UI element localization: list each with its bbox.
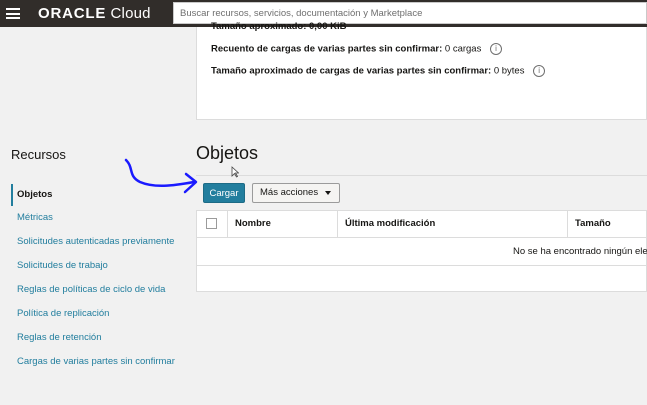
- info-icon[interactable]: i: [533, 65, 546, 77]
- logo-brand: ORACLE: [38, 5, 107, 22]
- table-row: No se ha encontrado ningún elemento.: [197, 238, 647, 266]
- sidebar-item-retention[interactable]: Reglas de retención: [11, 331, 181, 344]
- oracle-cloud-logo[interactable]: ORACLE Cloud: [38, 5, 151, 22]
- logo-product: Cloud: [110, 5, 151, 22]
- uncommitted-size-label: Tamaño aproximado de cargas de varias pa…: [211, 65, 492, 77]
- uncommitted-size-value: 0 bytes: [493, 65, 525, 77]
- upload-button[interactable]: Cargar: [203, 183, 245, 203]
- search-placeholder: Buscar recursos, servicios, documentació…: [180, 8, 423, 19]
- chevron-down-icon: [325, 191, 331, 195]
- select-all-cell: [197, 211, 227, 237]
- select-all-checkbox[interactable]: [206, 218, 217, 229]
- empty-message: No se ha encontrado ningún elemento.: [513, 246, 647, 257]
- column-header-ultima-modificacion[interactable]: Última modificación: [337, 211, 563, 237]
- hand-drawn-arrow-annotation: [124, 158, 198, 194]
- hamburger-menu-icon[interactable]: [6, 8, 20, 19]
- uncommitted-count-label: Recuento de cargas de varias partes sin …: [211, 43, 443, 55]
- column-header-nombre[interactable]: Nombre: [227, 211, 337, 237]
- sidebar-item-replication[interactable]: Política de replicación: [11, 307, 181, 320]
- more-actions-button[interactable]: Más acciones: [252, 183, 340, 203]
- info-line-uncommitted-count: Recuento de cargas de varias partes sin …: [211, 43, 502, 55]
- page-title: Objetos: [196, 143, 259, 163]
- table-header: Nombre Última modificación Tamaño: [197, 211, 647, 238]
- sidebar-item-work-requests[interactable]: Solicitudes de trabajo: [11, 259, 181, 272]
- resources-nav: Objetos Métricas Solicitudes autenticada…: [11, 182, 181, 368]
- info-line-approx-size: Tamaño aproximado: 0,00 KiB: [211, 21, 347, 32]
- sidebar-item-metricas[interactable]: Métricas: [11, 211, 181, 224]
- objects-table: Nombre Última modificación Tamaño No se …: [196, 210, 647, 292]
- column-header-tamano[interactable]: Tamaño: [567, 211, 647, 237]
- divider: [196, 175, 647, 176]
- sidebar-item-multipart-uploads[interactable]: Cargas de varias partes sin confirmar: [11, 355, 181, 368]
- info-line-uncommitted-size: Tamaño aproximado de cargas de varias pa…: [211, 65, 546, 77]
- uncommitted-count-value: 0 cargas: [444, 43, 482, 55]
- mouse-cursor-icon: [231, 166, 239, 178]
- resources-title: Recursos: [11, 147, 66, 162]
- sidebar-item-lifecycle-rules[interactable]: Reglas de políticas de ciclo de vida: [11, 283, 181, 296]
- bucket-details-panel: Tamaño aproximado: 0,00 KiB Recuento de …: [196, 21, 647, 120]
- more-actions-label: Más acciones: [260, 187, 319, 198]
- info-icon[interactable]: i: [489, 43, 502, 55]
- sidebar-item-preauth-requests[interactable]: Solicitudes autenticadas previamente: [11, 235, 181, 248]
